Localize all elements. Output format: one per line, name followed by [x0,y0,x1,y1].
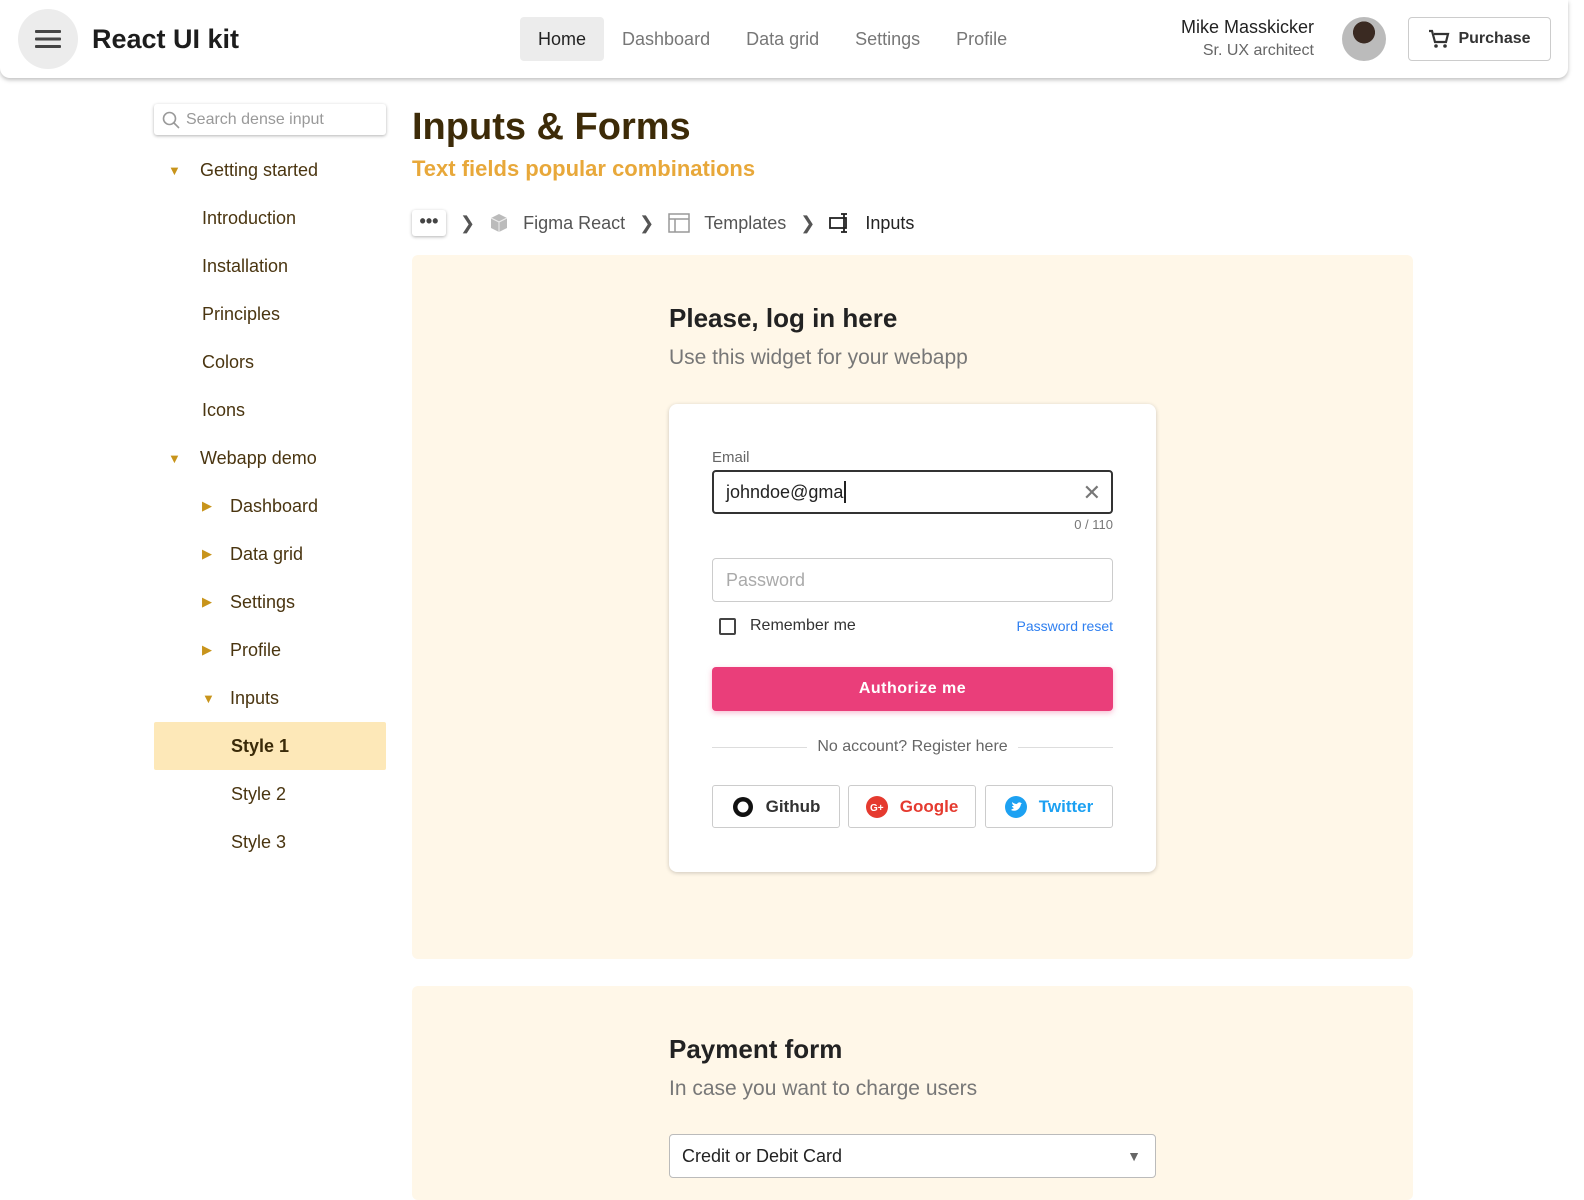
chevron-right-icon: ❯ [460,212,476,233]
nav-dashboard[interactable]: Dashboard [604,17,728,61]
caret-down-icon: ▼ [202,690,215,706]
breadcrumb-templates[interactable]: Templates [704,213,786,234]
sidebar-item-inputs[interactable]: ▼ Inputs [154,674,386,722]
search-placeholder: Search dense input [186,110,324,128]
github-label: Github [765,796,821,816]
sidebar-item-dashboard[interactable]: ▶ Dashboard [154,482,386,530]
login-title: Please, log in here [669,303,898,333]
breadcrumb-more-button[interactable]: ••• [412,210,446,236]
sidebar-item-label: Profile [230,639,282,660]
caret-right-icon: ▶ [202,498,212,513]
sidebar-item-getting-started[interactable]: ▼ Getting started [154,146,386,194]
breadcrumb-inputs: Inputs [865,212,915,233]
caret-down-icon: ▼ [168,450,181,466]
user-name: Mike Masskicker [1180,17,1314,37]
purchase-button[interactable]: Purchase [1408,17,1551,61]
user-info: Mike Masskicker Sr. UX architect [1181,17,1314,60]
brand-title: React UI kit [92,24,240,54]
caret-right-icon: ▶ [202,546,212,561]
caret-down-icon: ▼ [168,162,181,178]
sidebar-item-style-1[interactable]: Style 1 [154,722,386,770]
password-reset-link[interactable]: Password reset [1017,618,1113,634]
email-value: johndoe@gma [726,481,844,502]
payment-method-value: Credit or Debit Card [682,1146,843,1166]
chevron-right-icon: ❯ [639,212,655,233]
dropdown-arrow-icon: ▼ [1127,1148,1141,1164]
main-nav: Home Dashboard Data grid Settings Profil… [520,17,1025,61]
purchase-label: Purchase [1458,30,1531,47]
hamburger-icon [35,30,61,48]
sidebar-item-label: Webapp demo [200,447,317,468]
twitter-icon [1004,795,1027,818]
email-field[interactable]: johndoe@gma ✕ [712,470,1113,514]
sidebar-item-settings[interactable]: ▶ Settings [154,578,386,626]
svg-text:G+: G+ [870,803,884,814]
remember-me-checkbox[interactable]: Remember me [719,617,856,635]
char-counter: 0 / 110 [1074,517,1113,532]
register-link[interactable]: No account? Register here [817,738,1007,756]
login-description: Use this widget for your webapp [669,346,968,369]
authorize-button[interactable]: Authorize me [712,667,1113,711]
breadcrumb: ••• ❯ Figma React ❯ Templates ❯ Inputs [412,210,914,236]
page-title: Inputs & Forms [412,106,691,148]
github-icon [732,796,753,817]
nav-home[interactable]: Home [520,17,605,61]
sidebar-item-label: Data grid [230,543,304,564]
twitter-label: Twitter [1038,796,1094,816]
template-icon [668,213,690,233]
sidebar: ▼ Getting started Introduction Installati… [154,146,386,866]
avatar[interactable] [1342,17,1386,61]
payment-description: In case you want to charge users [669,1077,978,1100]
sidebar-item-label: Getting started [200,159,319,180]
nav-profile[interactable]: Profile [938,17,1025,61]
user-role: Sr. UX architect [1202,42,1314,59]
input-icon [829,213,848,233]
sidebar-item-webapp-demo[interactable]: ▼ Webapp demo [154,434,386,482]
sidebar-item-installation[interactable]: Installation [154,242,386,290]
sidebar-item-data-grid[interactable]: ▶ Data grid [154,530,386,578]
checkbox-icon [719,617,736,635]
twitter-button[interactable]: Twitter [985,785,1113,828]
caret-right-icon: ▶ [202,594,212,609]
sidebar-item-profile[interactable]: ▶ Profile [154,626,386,674]
breadcrumb-figma-react[interactable]: Figma React [523,213,625,234]
github-button[interactable]: Github [712,785,840,828]
cart-icon [1429,29,1450,48]
remember-label: Remember me [750,617,856,634]
top-bar: React UI kit Home Dashboard Data grid Se… [0,0,1568,78]
payment-method-select[interactable]: Credit or Debit Card ▼ [669,1134,1156,1178]
register-divider: No account? Register here [712,738,1114,756]
search-input[interactable]: Search dense input [154,104,386,135]
sidebar-item-label: Settings [230,591,296,612]
sidebar-item-style-2[interactable]: Style 2 [154,770,386,818]
google-plus-icon: G+ [865,795,888,818]
caret-right-icon: ▶ [202,642,212,657]
payment-title: Payment form [669,1034,843,1064]
sidebar-item-colors[interactable]: Colors [154,338,386,386]
password-field[interactable]: Password [712,558,1113,602]
nav-data-grid[interactable]: Data grid [728,17,837,61]
nav-settings[interactable]: Settings [837,17,938,61]
menu-button[interactable] [18,9,78,69]
google-label: Google [899,796,959,816]
login-card: Email johndoe@gma ✕ 0 / 110 Password Rem… [669,404,1156,872]
email-label: Email [712,449,750,466]
sidebar-item-style-3[interactable]: Style 3 [154,818,386,866]
sidebar-item-introduction[interactable]: Introduction [154,194,386,242]
chevron-right-icon: ❯ [800,212,816,233]
google-button[interactable]: G+ Google [848,785,976,828]
sidebar-item-label: Dashboard [230,495,319,516]
search-icon [162,111,180,129]
page-subtitle: Text fields popular combinations [412,156,756,181]
cube-icon [490,214,508,232]
sidebar-item-principles[interactable]: Principles [154,290,386,338]
sidebar-item-icons[interactable]: Icons [154,386,386,434]
sidebar-item-label: Inputs [230,687,280,708]
clear-icon[interactable]: ✕ [1083,480,1101,506]
